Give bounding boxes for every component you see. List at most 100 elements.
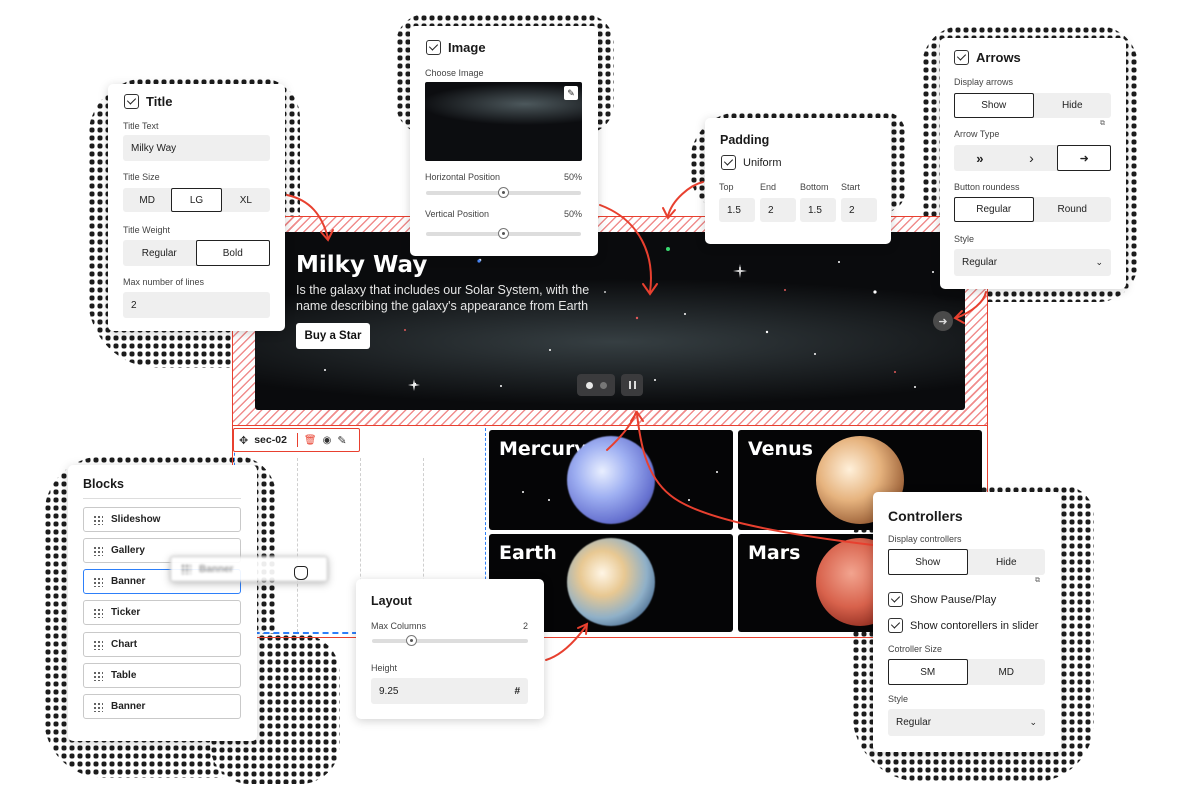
top-label: Top — [719, 182, 734, 192]
arrow-type-arrow-icon[interactable]: ➜ — [1057, 145, 1112, 171]
planet-image-earth — [567, 538, 655, 626]
move-icon[interactable]: ✥ — [239, 434, 248, 447]
block-item-ticker[interactable]: Ticker — [83, 600, 241, 625]
grab-cursor-icon — [294, 566, 308, 580]
drag-handle-icon — [93, 576, 103, 587]
image-panel-heading: Image — [448, 40, 486, 55]
size-xl-option[interactable]: XL — [222, 188, 270, 212]
uniform-checkbox[interactable] — [721, 155, 736, 170]
planet-name: Venus — [748, 438, 813, 460]
drag-handle-icon — [93, 701, 103, 712]
block-item-slideshow[interactable]: Slideshow — [83, 507, 241, 532]
arrows-panel-heading: Arrows — [976, 50, 1021, 65]
block-item-banner-2[interactable]: Banner — [83, 694, 241, 719]
vertical-position-slider[interactable] — [426, 228, 581, 239]
arrows-style-select[interactable]: Regular ⌄ — [954, 249, 1111, 276]
display-controllers-toggle: Show Hide — [888, 549, 1045, 575]
hash-icon: # — [514, 685, 520, 697]
show-controllers-in-slider-checkbox[interactable] — [888, 618, 903, 633]
hero-description: Is the galaxy that includes our Solar Sy… — [296, 283, 590, 313]
vertical-position-value: 50% — [563, 209, 582, 219]
controller-size-toggle: SM MD — [888, 659, 1045, 685]
block-item-chart[interactable]: Chart — [83, 632, 241, 657]
max-lines-label: Max number of lines — [123, 277, 205, 287]
title-size-toggle: MD LG XL — [123, 188, 270, 212]
hero-slideshow[interactable]: Milky Way Is the galaxy that includes ou… — [255, 232, 965, 410]
arrows-checkbox[interactable] — [954, 50, 969, 65]
size-md-option[interactable]: MD — [123, 188, 171, 212]
arrow-type-toggle: » › ➜ — [954, 145, 1112, 171]
controllers-style-label: Style — [888, 694, 909, 704]
controllers-style-value: Regular — [896, 717, 932, 728]
display-controllers-label: Display controllers — [888, 534, 962, 544]
uniform-label: Uniform — [743, 156, 782, 169]
arrow-type-double-chevron-icon[interactable]: » — [954, 145, 1006, 171]
slide-dot-active[interactable] — [585, 381, 593, 389]
chevron-down-icon: ⌄ — [1029, 717, 1037, 727]
padding-panel-heading: Padding — [720, 133, 770, 147]
controllers-hide-option[interactable]: Hide — [968, 549, 1046, 575]
weight-bold-option[interactable]: Bold — [195, 240, 270, 266]
title-checkbox[interactable] — [124, 94, 139, 109]
buy-a-star-button[interactable]: Buy a Star — [296, 323, 370, 349]
roundness-regular-option[interactable]: Regular — [954, 197, 1034, 222]
image-preview[interactable]: ✎ — [425, 82, 582, 161]
hero-title: Milky Way — [296, 252, 428, 278]
end-field[interactable]: 2 — [760, 198, 796, 222]
title-size-label: Title Size — [123, 172, 160, 182]
show-controllers-in-slider-label: Show contorellers in slider — [910, 619, 1039, 632]
title-panel: Title Title Text Milky Way Title Size MD… — [108, 84, 285, 331]
choose-image-label: Choose Image — [425, 68, 484, 78]
drag-handle-icon — [93, 607, 103, 618]
image-checkbox[interactable] — [426, 40, 441, 55]
max-columns-slider[interactable] — [372, 635, 528, 646]
edit-image-button[interactable]: ✎ — [564, 86, 578, 100]
block-label: Banner — [111, 576, 146, 587]
show-pause-play-checkbox[interactable] — [888, 592, 903, 607]
edit-icon[interactable]: ✎ — [337, 434, 346, 447]
max-lines-field[interactable]: 2 — [123, 292, 270, 318]
start-field[interactable]: 2 — [841, 198, 877, 222]
block-item-table[interactable]: Table — [83, 663, 241, 688]
controllers-style-select[interactable]: Regular ⌄ — [888, 709, 1045, 736]
next-arrow-button[interactable]: ➜ — [933, 311, 953, 331]
size-lg-option[interactable]: LG — [171, 188, 222, 212]
planet-name: Earth — [499, 542, 557, 564]
bottom-field[interactable]: 1.5 — [800, 198, 836, 222]
top-field[interactable]: 1.5 — [719, 198, 755, 222]
pause-button[interactable] — [621, 374, 643, 396]
block-label: Chart — [111, 639, 138, 650]
slider-knob[interactable] — [498, 228, 509, 239]
arrow-type-chevron-icon[interactable]: › — [1006, 145, 1058, 171]
expand-icon[interactable]: ⧉ — [1035, 577, 1040, 585]
expand-icon[interactable]: ⧉ — [1100, 120, 1105, 128]
eye-icon[interactable]: ◉ — [323, 435, 332, 446]
layout-panel: Layout Max Columns 2 Height 9.25 # — [356, 579, 544, 719]
weight-regular-option[interactable]: Regular — [123, 240, 196, 266]
arrows-show-option[interactable]: Show — [954, 93, 1034, 118]
controller-size-md-option[interactable]: MD — [968, 659, 1046, 685]
display-arrows-toggle: Show Hide — [954, 93, 1111, 118]
arrow-type-label: Arrow Type — [954, 129, 1000, 139]
title-weight-label: Title Weight — [123, 225, 171, 235]
controller-size-sm-option[interactable]: SM — [888, 659, 968, 685]
button-roundness-label: Button roundess — [954, 182, 1020, 192]
title-text-field[interactable]: Milky Way — [123, 135, 270, 161]
slide-dots — [577, 374, 615, 396]
arrows-hide-option[interactable]: Hide — [1034, 93, 1112, 118]
horizontal-position-slider[interactable] — [426, 187, 581, 198]
slider-knob[interactable] — [498, 187, 509, 198]
block-label: Table — [111, 670, 137, 681]
block-label: Ticker — [111, 607, 141, 618]
image-panel: Image Choose Image ✎ Horizontal Position… — [410, 26, 598, 256]
slider-knob[interactable] — [406, 635, 417, 646]
height-field[interactable]: 9.25 # — [371, 678, 528, 704]
slide-dot[interactable] — [599, 381, 607, 389]
horizontal-position-label: Horizontal Position — [425, 172, 501, 182]
planet-card-mercury[interactable]: Mercury — [489, 430, 733, 530]
roundness-round-option[interactable]: Round — [1034, 197, 1112, 222]
blocks-panel-heading: Blocks — [83, 477, 124, 491]
trash-icon[interactable]: 🗑 — [304, 435, 317, 446]
layout-panel-heading: Layout — [371, 594, 412, 608]
controllers-show-option[interactable]: Show — [888, 549, 968, 575]
